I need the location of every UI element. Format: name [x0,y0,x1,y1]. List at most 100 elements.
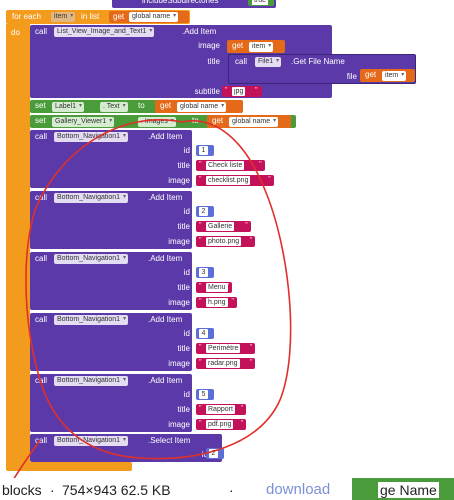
file-call-label: call [235,57,248,66]
title-param-label: title [177,283,190,292]
image-value[interactable]: photo.png [206,237,242,246]
id-value[interactable]: 3 [199,268,208,277]
listview-component-dropdown[interactable]: List_View_Image_and_Text1 [54,27,155,37]
image-value[interactable]: h.png [206,298,228,307]
bottom-navigation-dropdown[interactable]: Bottom_Navigation1 [54,376,129,386]
global-name-dropdown[interactable]: global name [229,117,279,127]
select-id-number[interactable]: 2 [206,448,224,459]
bottom-navigation-dropdown[interactable]: Bottom_Navigation1 [54,436,129,446]
add-item-method: .Add Item [148,376,183,385]
bottom-navigation-dropdown[interactable]: Bottom_Navigation1 [54,254,129,264]
include-value-bool[interactable]: true [248,0,274,6]
title-value[interactable]: Check liste [206,161,245,170]
bottom-navigation-dropdown[interactable]: Bottom_Navigation1 [54,315,129,325]
image-value[interactable]: radar.png [206,359,240,368]
separator: · [229,482,234,498]
call-label: call [35,436,48,445]
image-param-label: image [198,41,220,50]
title-value[interactable]: Perimètre [206,344,241,353]
select-id-value[interactable]: 2 [209,449,218,458]
item-dropdown[interactable]: item [249,42,274,52]
id-number-1[interactable]: 1 [196,145,214,156]
title-value[interactable]: Rapport [206,405,235,414]
title-text-3[interactable]: " Menu " [196,282,233,293]
get-label: get [113,12,125,21]
for-each-body [6,24,30,470]
image-text-5[interactable]: " pdf.png " [196,419,247,430]
image-param-label: image [168,176,190,185]
title-value[interactable]: Gallerie [206,222,235,231]
id-number-5[interactable]: 5 [196,389,214,400]
get-label: get [232,41,244,50]
subtitle-value[interactable]: jpg [232,87,246,96]
title-text-5[interactable]: " Rapport " [196,404,247,415]
get-item-file[interactable]: get item [360,69,415,82]
id-number-4[interactable]: 4 [196,328,214,339]
global-name-dropdown[interactable]: global name [177,102,227,112]
image-param-label: image [168,237,190,246]
add-item-block-1[interactable]: call Bottom_Navigation1 .Add Itemid title im… [30,130,192,188]
get-label: get [365,70,377,79]
get-item-image[interactable]: get item [227,40,285,53]
title-param-label: title [177,344,190,353]
image-name: blocks [2,482,42,498]
add-item-method: .Add Item [148,315,183,324]
gallery-dropdown[interactable]: Gallery_Viewer1 [52,117,115,127]
item-var-dropdown[interactable]: item [51,12,76,22]
title-text-1[interactable]: " Check liste " [196,160,265,171]
item-dropdown[interactable]: item [382,71,407,81]
add-item-method: .Add Item [148,132,183,141]
label1-dropdown[interactable]: Label1 [52,102,85,112]
select-item-block[interactable]: call Bottom_Navigation1 .Select Item id [30,434,222,462]
id-number-3[interactable]: 3 [196,267,214,278]
get-label: get [212,116,224,125]
bottom-navigation-dropdown[interactable]: Bottom_Navigation1 [54,193,129,203]
download-link[interactable]: download [266,482,330,498]
image-text-1[interactable]: " checklist.png " [196,175,274,186]
id-param-label: id [183,390,190,399]
separator: · [50,482,55,498]
id-number-2[interactable]: 2 [196,206,214,217]
id-value[interactable]: 1 [199,146,208,155]
title-text-2[interactable]: " Gallerie " [196,221,251,232]
image-value[interactable]: checklist.png [206,176,251,185]
include-subdirectories-label: includeSubdirectories [142,0,219,5]
add-item-block-2[interactable]: call Bottom_Navigation1 .Add Itemid title im… [30,191,192,249]
include-value-text: true [252,0,269,5]
file-component-dropdown[interactable]: File1 [255,57,282,67]
id-param-label: id [201,450,208,459]
add-item-block-3[interactable]: call Bottom_Navigation1 .Add Itemid title im… [30,252,192,310]
get-global-name-gallery[interactable]: get global name [207,115,291,128]
in-list-label: in list [81,12,100,21]
images-prop-dropdown[interactable]: . Images [138,117,176,127]
bottom-navigation-dropdown[interactable]: Bottom_Navigation1 [54,132,129,142]
image-text-2[interactable]: " photo.png " [196,236,256,247]
image-text-4[interactable]: " radar.png " [196,358,256,369]
id-value[interactable]: 4 [199,329,208,338]
id-param-label: id [183,207,190,216]
global-name-dropdown[interactable]: global name [129,12,179,22]
for-each-footer [6,462,132,471]
id-value[interactable]: 2 [199,207,208,216]
id-param-label: id [183,146,190,155]
id-value[interactable]: 5 [199,390,208,399]
title-param-label: title [207,57,220,66]
image-info: 754×943 62.5 KB [62,482,171,498]
image-param-label: image [168,298,190,307]
image-value[interactable]: pdf.png [206,420,234,429]
subtitle-text[interactable]: " jpg " [222,86,262,97]
add-item-block-5[interactable]: call Bottom_Navigation1 .Add Itemid title im… [30,374,192,432]
listview-method: .Add Item [182,27,217,36]
title-value[interactable]: Menu [206,283,228,292]
add-item-block-4[interactable]: call Bottom_Navigation1 .Add Itemid title im… [30,313,192,371]
include-subdirectories-block[interactable]: includeSubdirectories true [112,0,276,8]
image-status-bar: blocks · 754×943 62.5 KB · download ge N… [0,478,454,500]
text-prop-dropdown[interactable]: . Text [100,102,128,112]
title-text-4[interactable]: " Perimètre " [196,343,256,354]
call-label: call [35,315,48,324]
image-text-3[interactable]: " h.png " [196,297,237,308]
get-global-name-label[interactable]: get global name [155,100,243,113]
get-global-name[interactable]: get global name [109,11,189,23]
get-label: get [160,101,172,110]
for-each-block[interactable]: for each item in list get global name [6,10,190,24]
